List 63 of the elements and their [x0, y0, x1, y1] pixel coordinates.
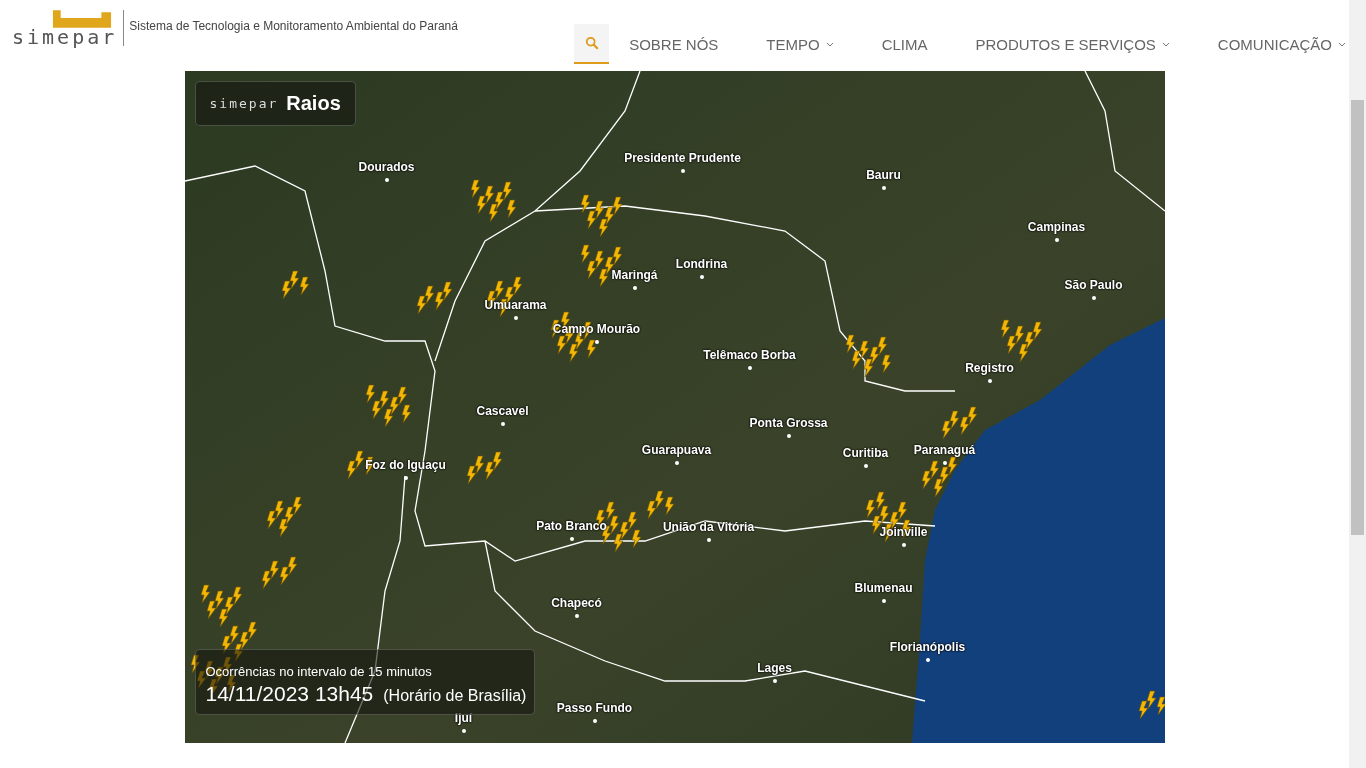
city-marker: [942, 461, 947, 465]
logo-wordmark: simepar: [209, 96, 279, 111]
city-label: Telêmaco Borba: [703, 348, 796, 362]
city-label: Londrina: [675, 257, 728, 271]
caption-datetime: 14/11/2023 13h45: [205, 682, 374, 706]
city-label: São Paulo: [1064, 278, 1123, 292]
nav-link[interactable]: COMUNICAÇÃO: [1217, 35, 1346, 53]
city-marker: [461, 729, 466, 733]
city-marker: [1091, 296, 1096, 300]
nav-link[interactable]: TEMPO: [766, 35, 834, 53]
city-label: Presidente Prudente: [624, 151, 741, 165]
city-label: Ijuí: [454, 711, 473, 725]
city-label: Florianópolis: [889, 640, 966, 654]
city-marker: [680, 169, 685, 173]
city-label: Cascavel: [476, 404, 529, 418]
search-button[interactable]: [574, 24, 610, 64]
nav-link[interactable]: SOBRE NÓS: [629, 35, 719, 53]
city-marker: [1054, 238, 1059, 242]
city-label: Chapecó: [551, 596, 602, 610]
city-label: Registro: [965, 361, 1014, 375]
nav-link[interactable]: CLIMA: [881, 35, 928, 53]
city-label: Maringá: [611, 268, 658, 282]
city-marker: [699, 275, 704, 279]
city-label: Blumenau: [854, 581, 913, 595]
city-marker: [574, 614, 579, 618]
tagline: Sistema de Tecnologia e Monitoramento Ambiental do Paraná: [128, 18, 458, 33]
city-label: Dourados: [358, 160, 415, 174]
city-marker: [674, 461, 679, 465]
city-label: Campinas: [1027, 220, 1086, 234]
map-title: Raios: [286, 92, 341, 115]
city-marker: [632, 286, 637, 290]
search-icon: [584, 36, 599, 50]
city-label: Curitiba: [842, 446, 889, 460]
city-label: Ponta Grossa: [749, 416, 828, 430]
city-marker: [569, 537, 574, 541]
city-marker: [772, 679, 777, 683]
logo-mark-icon: [51, 10, 114, 28]
city-label: Lages: [757, 661, 792, 675]
city-marker: [500, 422, 505, 426]
city-marker: [513, 316, 518, 320]
city-label: Guarapuava: [641, 443, 712, 457]
city-label: Passo Fundo: [556, 701, 633, 715]
city-marker: [987, 379, 992, 383]
caption-note: Ocorrências no intervalo de 15 minutos: [205, 664, 433, 679]
city-label: Bauru: [866, 168, 901, 182]
city-label: Pato Branco: [536, 519, 607, 533]
city-marker: [881, 186, 886, 190]
city-marker: [403, 476, 408, 480]
city-marker: [901, 543, 906, 547]
caption-timezone: (Horário de Brasília): [383, 687, 527, 705]
city-marker: [786, 434, 791, 438]
logo-wordmark: simepar: [12, 28, 118, 46]
city-marker: [592, 719, 597, 723]
city-marker: [925, 658, 930, 662]
city-marker: [706, 538, 711, 542]
city-marker: [594, 340, 599, 344]
city-marker: [863, 464, 868, 468]
city-marker: [747, 366, 752, 370]
city-marker: [881, 599, 886, 603]
city-marker: [384, 178, 389, 182]
nav-link[interactable]: PRODUTOS E SERVIÇOS: [975, 35, 1170, 53]
scrollbar[interactable]: [1349, 0, 1366, 768]
city-label: Paranaguá: [913, 443, 976, 457]
